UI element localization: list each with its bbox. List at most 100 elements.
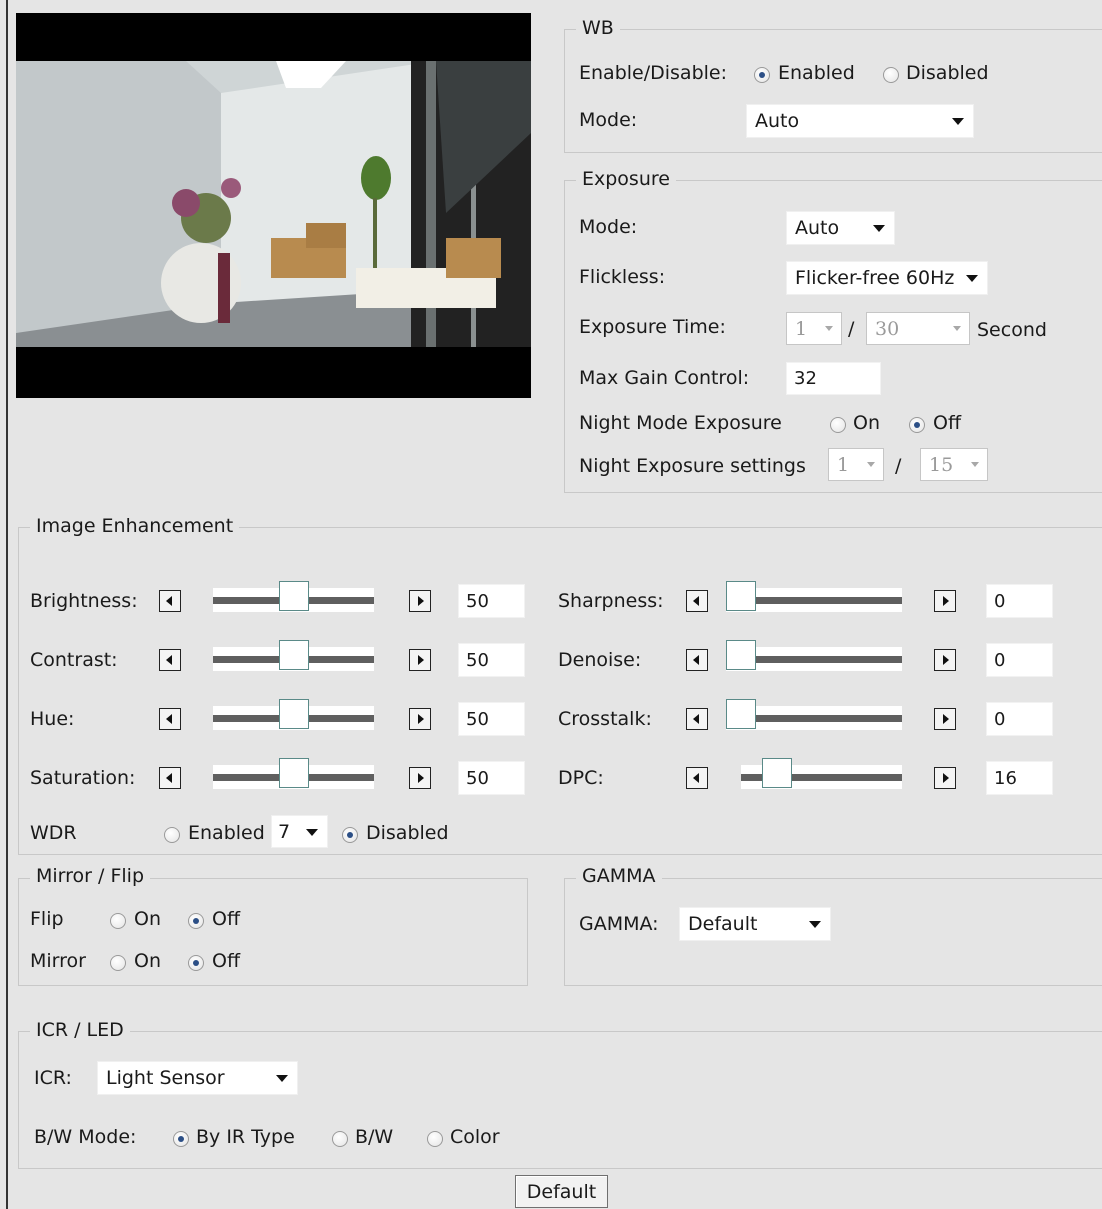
- wdr-level-select[interactable]: 7: [271, 815, 328, 848]
- brightness-slider-thumb[interactable]: [279, 581, 309, 611]
- crosstalk-label: Crosstalk:: [558, 708, 652, 730]
- hue-slider-thumb[interactable]: [279, 699, 309, 729]
- contrast-decrease-button[interactable]: [159, 649, 181, 671]
- exposure-time-label: Exposure Time:: [579, 316, 726, 338]
- night-exposure-settings-label: Night Exposure settings: [579, 455, 806, 477]
- flickless-value: Flicker-free 60Hz: [795, 267, 955, 289]
- max-gain-label: Max Gain Control:: [579, 367, 750, 389]
- night-exposure-denominator-select[interactable]: 15: [920, 448, 988, 481]
- gamma-label: GAMMA:: [579, 913, 659, 935]
- wdr-label: WDR: [30, 822, 77, 844]
- camera-preview: [16, 13, 531, 398]
- bw-mode-bw-radio[interactable]: [332, 1131, 348, 1147]
- crosstalk-decrease-button[interactable]: [686, 708, 708, 730]
- denoise-slider[interactable]: [726, 640, 902, 671]
- wdr-disabled-label[interactable]: Disabled: [366, 822, 449, 844]
- night-mode-off-radio[interactable]: [909, 417, 925, 433]
- exposure-time-denominator-select[interactable]: 30: [866, 312, 970, 345]
- flip-on-label[interactable]: On: [134, 908, 161, 930]
- chevron-down-icon: [971, 461, 979, 467]
- contrast-slider-thumb[interactable]: [279, 640, 309, 670]
- night-mode-on-radio[interactable]: [830, 417, 846, 433]
- mirror-on-label[interactable]: On: [134, 950, 161, 972]
- wb-mode-select[interactable]: Auto: [746, 104, 974, 138]
- icr-select[interactable]: Light Sensor: [97, 1061, 298, 1095]
- dpc-slider-thumb[interactable]: [762, 758, 792, 788]
- contrast-input[interactable]: 50: [458, 643, 525, 677]
- contrast-increase-button[interactable]: [409, 649, 431, 671]
- wb-legend: WB: [576, 17, 620, 39]
- wb-enabled-label[interactable]: Enabled: [778, 62, 855, 84]
- wb-disabled-label[interactable]: Disabled: [906, 62, 989, 84]
- wdr-disabled-radio[interactable]: [342, 827, 358, 843]
- denoise-decrease-button[interactable]: [686, 649, 708, 671]
- brightness-input[interactable]: 50: [458, 584, 525, 618]
- sharpness-increase-button[interactable]: [934, 590, 956, 612]
- default-button[interactable]: Default: [515, 1175, 608, 1208]
- exposure-mode-label: Mode:: [579, 216, 638, 238]
- sharpness-slider[interactable]: [726, 581, 902, 612]
- wdr-enabled-radio[interactable]: [164, 827, 180, 843]
- bw-mode-bw-label[interactable]: B/W: [355, 1126, 393, 1148]
- saturation-increase-button[interactable]: [409, 767, 431, 789]
- denoise-increase-button[interactable]: [934, 649, 956, 671]
- sharpness-slider-thumb[interactable]: [726, 581, 756, 611]
- max-gain-input[interactable]: 32: [786, 362, 881, 395]
- flickless-select[interactable]: Flicker-free 60Hz: [786, 261, 988, 295]
- gamma-select[interactable]: Default: [679, 907, 831, 941]
- exposure-mode-select[interactable]: Auto: [786, 211, 895, 245]
- flip-off-label[interactable]: Off: [212, 908, 240, 930]
- flip-on-radio[interactable]: [110, 913, 126, 929]
- saturation-decrease-button[interactable]: [159, 767, 181, 789]
- wb-mode-label: Mode:: [579, 109, 638, 131]
- bw-mode-by-ir-radio[interactable]: [173, 1131, 189, 1147]
- bw-mode-by-ir-label[interactable]: By IR Type: [196, 1126, 295, 1148]
- flip-off-radio[interactable]: [188, 913, 204, 929]
- hue-input[interactable]: 50: [458, 702, 525, 736]
- hue-slider[interactable]: [213, 699, 374, 730]
- bw-mode-color-radio[interactable]: [427, 1131, 443, 1147]
- crosstalk-slider-thumb[interactable]: [726, 699, 756, 729]
- night-exposure-denominator-value: 15: [929, 453, 954, 476]
- dpc-increase-button[interactable]: [934, 767, 956, 789]
- hue-increase-button[interactable]: [409, 708, 431, 730]
- saturation-slider[interactable]: [213, 758, 374, 789]
- hue-decrease-button[interactable]: [159, 708, 181, 730]
- brightness-increase-button[interactable]: [409, 590, 431, 612]
- wb-enabled-radio[interactable]: [754, 67, 770, 83]
- icr-led-legend: ICR / LED: [30, 1019, 130, 1041]
- mirror-flip-fieldset: [18, 878, 528, 986]
- dpc-decrease-button[interactable]: [686, 767, 708, 789]
- exposure-time-slash: /: [848, 318, 855, 340]
- sharpness-decrease-button[interactable]: [686, 590, 708, 612]
- contrast-slider[interactable]: [213, 640, 374, 671]
- night-exposure-numerator-select[interactable]: 1: [828, 448, 884, 481]
- saturation-input[interactable]: 50: [458, 761, 525, 795]
- denoise-slider-thumb[interactable]: [726, 640, 756, 670]
- wb-disabled-radio[interactable]: [883, 67, 899, 83]
- mirror-on-radio[interactable]: [110, 955, 126, 971]
- image-enhancement-fieldset: [18, 527, 1102, 855]
- night-mode-on-label[interactable]: On: [853, 412, 880, 434]
- exposure-legend: Exposure: [576, 168, 676, 190]
- brightness-decrease-button[interactable]: [159, 590, 181, 612]
- brightness-slider[interactable]: [213, 581, 374, 612]
- sharpness-input[interactable]: 0: [986, 584, 1053, 618]
- bw-mode-color-label[interactable]: Color: [450, 1126, 500, 1148]
- exposure-time-numerator-select[interactable]: 1: [786, 312, 842, 345]
- denoise-input[interactable]: 0: [986, 643, 1053, 677]
- dpc-input[interactable]: 16: [986, 761, 1053, 795]
- saturation-slider-thumb[interactable]: [279, 758, 309, 788]
- chevron-down-icon: [809, 921, 821, 928]
- night-mode-off-label[interactable]: Off: [933, 412, 961, 434]
- chevron-down-icon: [825, 325, 833, 331]
- dpc-slider[interactable]: [741, 758, 902, 789]
- crosstalk-increase-button[interactable]: [934, 708, 956, 730]
- exposure-time-denominator-value: 30: [875, 317, 900, 340]
- crosstalk-input[interactable]: 0: [986, 702, 1053, 736]
- mirror-off-radio[interactable]: [188, 955, 204, 971]
- wdr-enabled-label[interactable]: Enabled: [188, 822, 265, 844]
- night-mode-exposure-label: Night Mode Exposure: [579, 412, 782, 434]
- mirror-off-label[interactable]: Off: [212, 950, 240, 972]
- crosstalk-slider[interactable]: [726, 699, 902, 730]
